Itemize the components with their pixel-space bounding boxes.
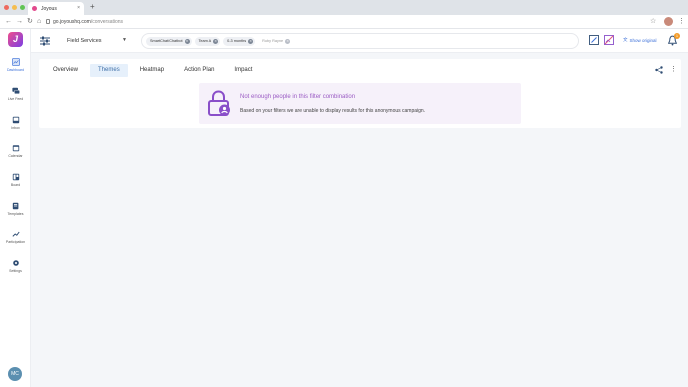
chat-icon: [11, 87, 20, 94]
lock-icon[interactable]: [46, 19, 50, 24]
close-window-button[interactable]: [4, 5, 9, 10]
filter-chip[interactable]: Ruby Rayne ✕: [258, 37, 292, 46]
url-field[interactable]: go.joyoushq.com/conversations: [53, 18, 123, 26]
filter-chip[interactable]: 0-3 months ✕: [223, 36, 256, 46]
sidebar-item-label: Templates: [7, 212, 24, 216]
tab-action-plan[interactable]: Action Plan: [176, 64, 222, 77]
sidebar: J Dashboard Live Feed Inbox Calendar Boa…: [0, 29, 31, 387]
sidebar-item-label: Live Feed: [7, 97, 24, 101]
tab-impact[interactable]: Impact: [226, 64, 260, 77]
sidebar-item-label: Dashboard: [6, 68, 25, 72]
home-icon[interactable]: ⌂: [37, 17, 41, 27]
back-icon[interactable]: ←: [5, 17, 12, 27]
view-tabs: Overview Themes Heatmap Action Plan Impa…: [45, 64, 264, 77]
team-select[interactable]: Field Services ▼: [61, 34, 133, 48]
minimize-window-button[interactable]: [12, 5, 17, 10]
translate-icon: 文: [623, 37, 628, 42]
tab-title: Joyous: [41, 5, 57, 12]
tab-overview[interactable]: Overview: [45, 64, 86, 77]
app-logo[interactable]: J: [8, 32, 23, 47]
browser-menu-icon[interactable]: ⋮: [678, 17, 685, 27]
zoom-window-button[interactable]: [20, 5, 25, 10]
sidebar-item-settings[interactable]: Settings: [0, 259, 31, 273]
lock-person-icon: [208, 90, 230, 116]
app-bar: Field Services ▼ SmartChat/Chatbot ✕ Team…: [31, 29, 688, 53]
notice-title: Not enough people in this filter combina…: [240, 94, 356, 100]
filter-chips[interactable]: SmartChat/Chatbot ✕ Team A ✕ 0-3 months ✕ R…: [141, 33, 579, 49]
chip-label: SmartChat/Chatbot: [150, 39, 183, 43]
sidebar-item-label: Board: [10, 183, 21, 187]
browser-tab[interactable]: Joyous ×: [28, 2, 84, 15]
sidebar-item-label: Calendar: [8, 154, 23, 158]
browser-profile-avatar[interactable]: [664, 17, 673, 26]
gear-icon: [12, 260, 19, 266]
sidebar-item-label: Settings: [9, 269, 22, 273]
sidebar-item-inbox[interactable]: Inbox: [0, 116, 31, 130]
notification-badge: 1: [674, 33, 680, 39]
empty-state-notice: Not enough people in this filter combina…: [199, 83, 521, 124]
url-path: /conversations: [90, 19, 124, 25]
chip-label: 0-3 months: [227, 39, 247, 43]
bookmark-star-icon[interactable]: ☆: [650, 17, 656, 27]
hide-image-icon[interactable]: [604, 35, 614, 45]
more-options-icon[interactable]: ⋮: [670, 65, 677, 74]
favicon-icon: [32, 6, 37, 11]
share-icon[interactable]: [655, 66, 663, 74]
show-original-label: Show original: [629, 37, 657, 43]
remove-chip-icon[interactable]: ✕: [213, 38, 219, 44]
remove-chip-icon[interactable]: ✕: [285, 38, 291, 44]
sidebar-item-board[interactable]: Board: [0, 173, 31, 187]
chevron-down-icon: ▼: [122, 37, 127, 43]
filter-sliders-icon[interactable]: [39, 35, 51, 47]
sidebar-item-participation[interactable]: Participation: [0, 230, 31, 244]
url-host: go.joyoushq.com: [53, 19, 91, 25]
tab-heatmap[interactable]: Heatmap: [132, 64, 172, 77]
chip-label: Ruby Rayne: [262, 39, 284, 43]
sidebar-item-calendar[interactable]: Calendar: [0, 144, 31, 158]
reload-icon[interactable]: ↻: [27, 17, 33, 27]
dashboard-icon: [11, 58, 20, 66]
forward-icon[interactable]: →: [16, 17, 23, 27]
board-icon: [12, 173, 19, 181]
sidebar-item-label: Participation: [5, 240, 26, 244]
tab-close-icon[interactable]: ×: [77, 5, 80, 11]
new-tab-button[interactable]: +: [90, 3, 95, 11]
sidebar-item-templates[interactable]: Templates: [0, 202, 31, 216]
edit-box-icon[interactable]: [589, 35, 599, 45]
remove-chip-icon[interactable]: ✕: [184, 38, 190, 44]
sidebar-item-label: Inbox: [11, 126, 20, 130]
sidebar-item-live-feed[interactable]: Live Feed: [0, 87, 31, 101]
chip-label: Team A: [198, 39, 212, 43]
inbox-icon: [12, 116, 19, 124]
templates-icon: [12, 202, 18, 210]
show-original-button[interactable]: 文 Show original: [623, 37, 657, 43]
calendar-icon: [12, 145, 19, 152]
tab-themes[interactable]: Themes: [90, 64, 128, 77]
team-select-value: Field Services: [67, 38, 102, 44]
browser-tab-bar: Joyous × +: [0, 0, 688, 15]
user-avatar[interactable]: MC: [8, 367, 22, 381]
sidebar-item-dashboard[interactable]: Dashboard: [0, 58, 31, 72]
remove-chip-icon[interactable]: ✕: [248, 38, 254, 44]
address-bar: ← → ↻ ⌂ go.joyoushq.com/conversations ☆ …: [0, 15, 688, 29]
filter-chip[interactable]: SmartChat/Chatbot ✕: [146, 36, 192, 46]
main-card: Overview Themes Heatmap Action Plan Impa…: [39, 59, 681, 128]
notice-body: Based on your filters we are unable to d…: [240, 108, 426, 114]
filter-chip[interactable]: Team A ✕: [194, 36, 221, 46]
chart-line-icon: [11, 231, 20, 237]
